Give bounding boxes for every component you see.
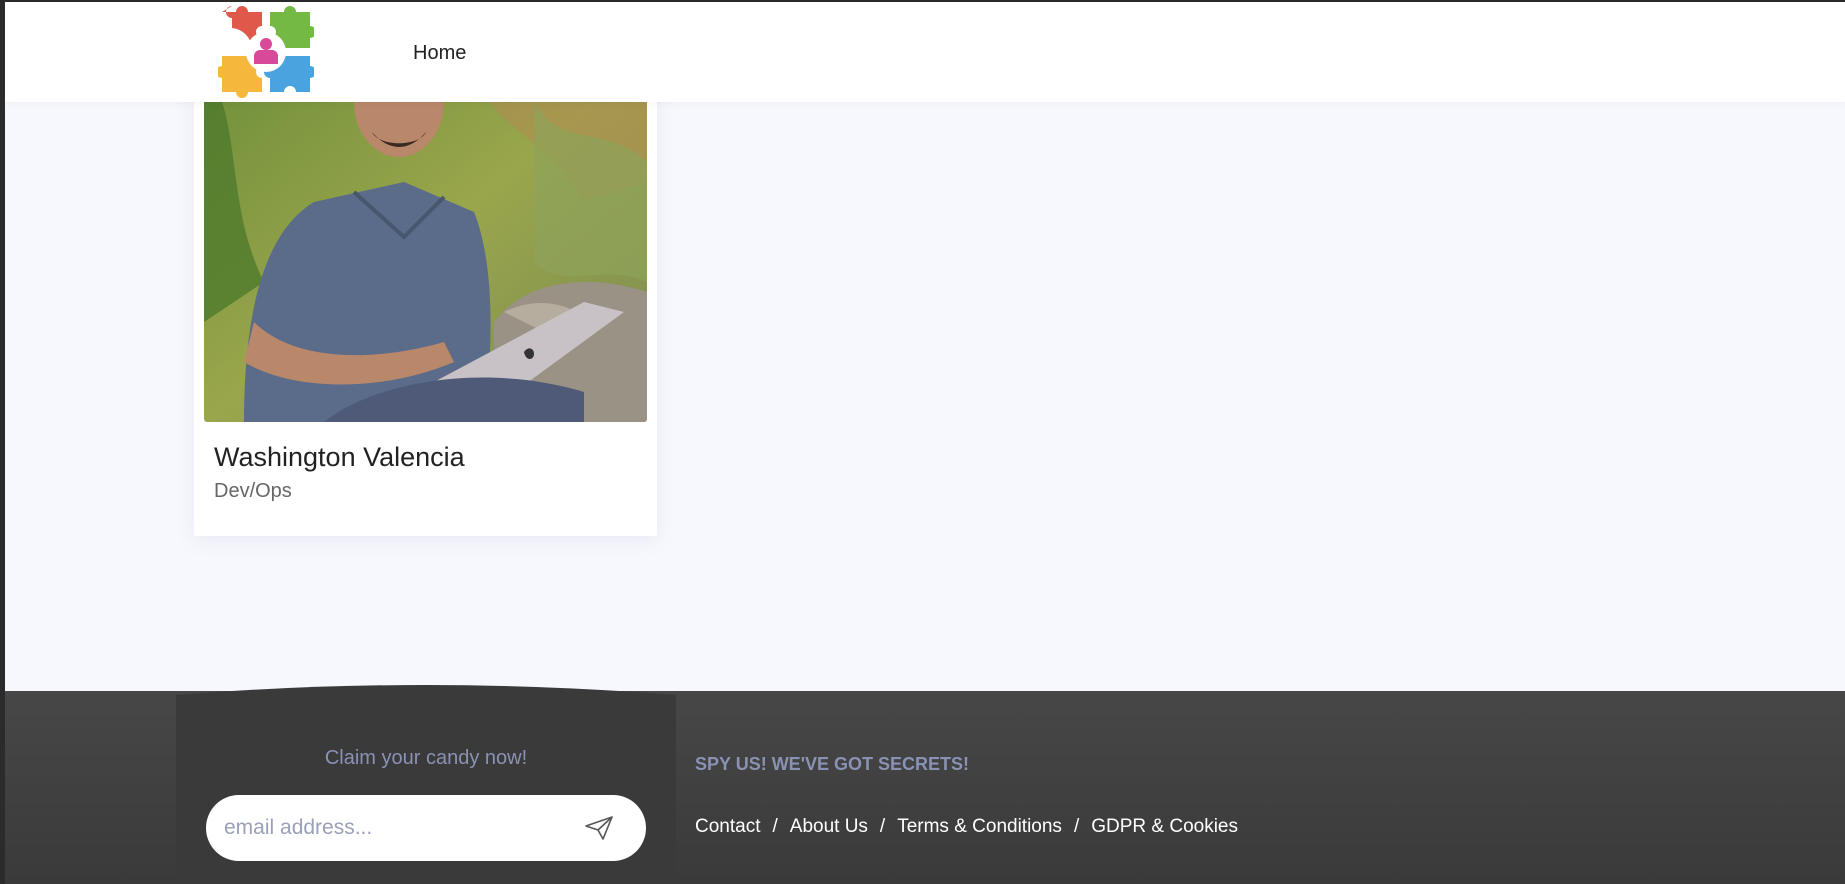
footer-links: Contact / About Us / Terms & Conditions … bbox=[695, 816, 1238, 838]
paper-plane-icon bbox=[585, 816, 613, 840]
link-separator: / bbox=[879, 816, 886, 837]
footer-link-contact[interactable]: Contact bbox=[695, 816, 760, 838]
footer-link-terms[interactable]: Terms & Conditions bbox=[897, 816, 1062, 838]
link-separator: / bbox=[772, 816, 778, 837]
member-photo-image bbox=[204, 62, 647, 422]
page-frame: Home Washington Valencia Dev/Ops Claim y… bbox=[5, 2, 1845, 884]
footer-link-gdpr[interactable]: GDPR & Cookies bbox=[1091, 816, 1238, 838]
nav-home-link[interactable]: Home bbox=[413, 42, 466, 65]
send-button[interactable] bbox=[584, 815, 614, 841]
newsletter-panel: Claim your candy now! bbox=[176, 681, 676, 884]
email-input[interactable] bbox=[224, 809, 564, 847]
site-header: Home bbox=[5, 2, 1845, 102]
newsletter-heading: Claim your candy now! bbox=[324, 747, 528, 769]
puzzle-logo-icon bbox=[216, 6, 316, 98]
logo[interactable] bbox=[216, 6, 316, 98]
team-member-card: Washington Valencia Dev/Ops bbox=[194, 62, 657, 536]
member-photo bbox=[204, 62, 647, 422]
link-separator: / bbox=[1073, 816, 1080, 837]
footer-secrets-heading: SPY US! WE'VE GOT SECRETS! bbox=[695, 754, 969, 774]
email-form bbox=[206, 795, 646, 861]
site-footer: Claim your candy now! SPY US! WE'VE GOT … bbox=[5, 685, 1845, 884]
member-role: Dev/Ops bbox=[214, 480, 292, 502]
member-name: Washington Valencia bbox=[214, 442, 465, 472]
footer-link-about-us[interactable]: About Us bbox=[790, 816, 868, 838]
